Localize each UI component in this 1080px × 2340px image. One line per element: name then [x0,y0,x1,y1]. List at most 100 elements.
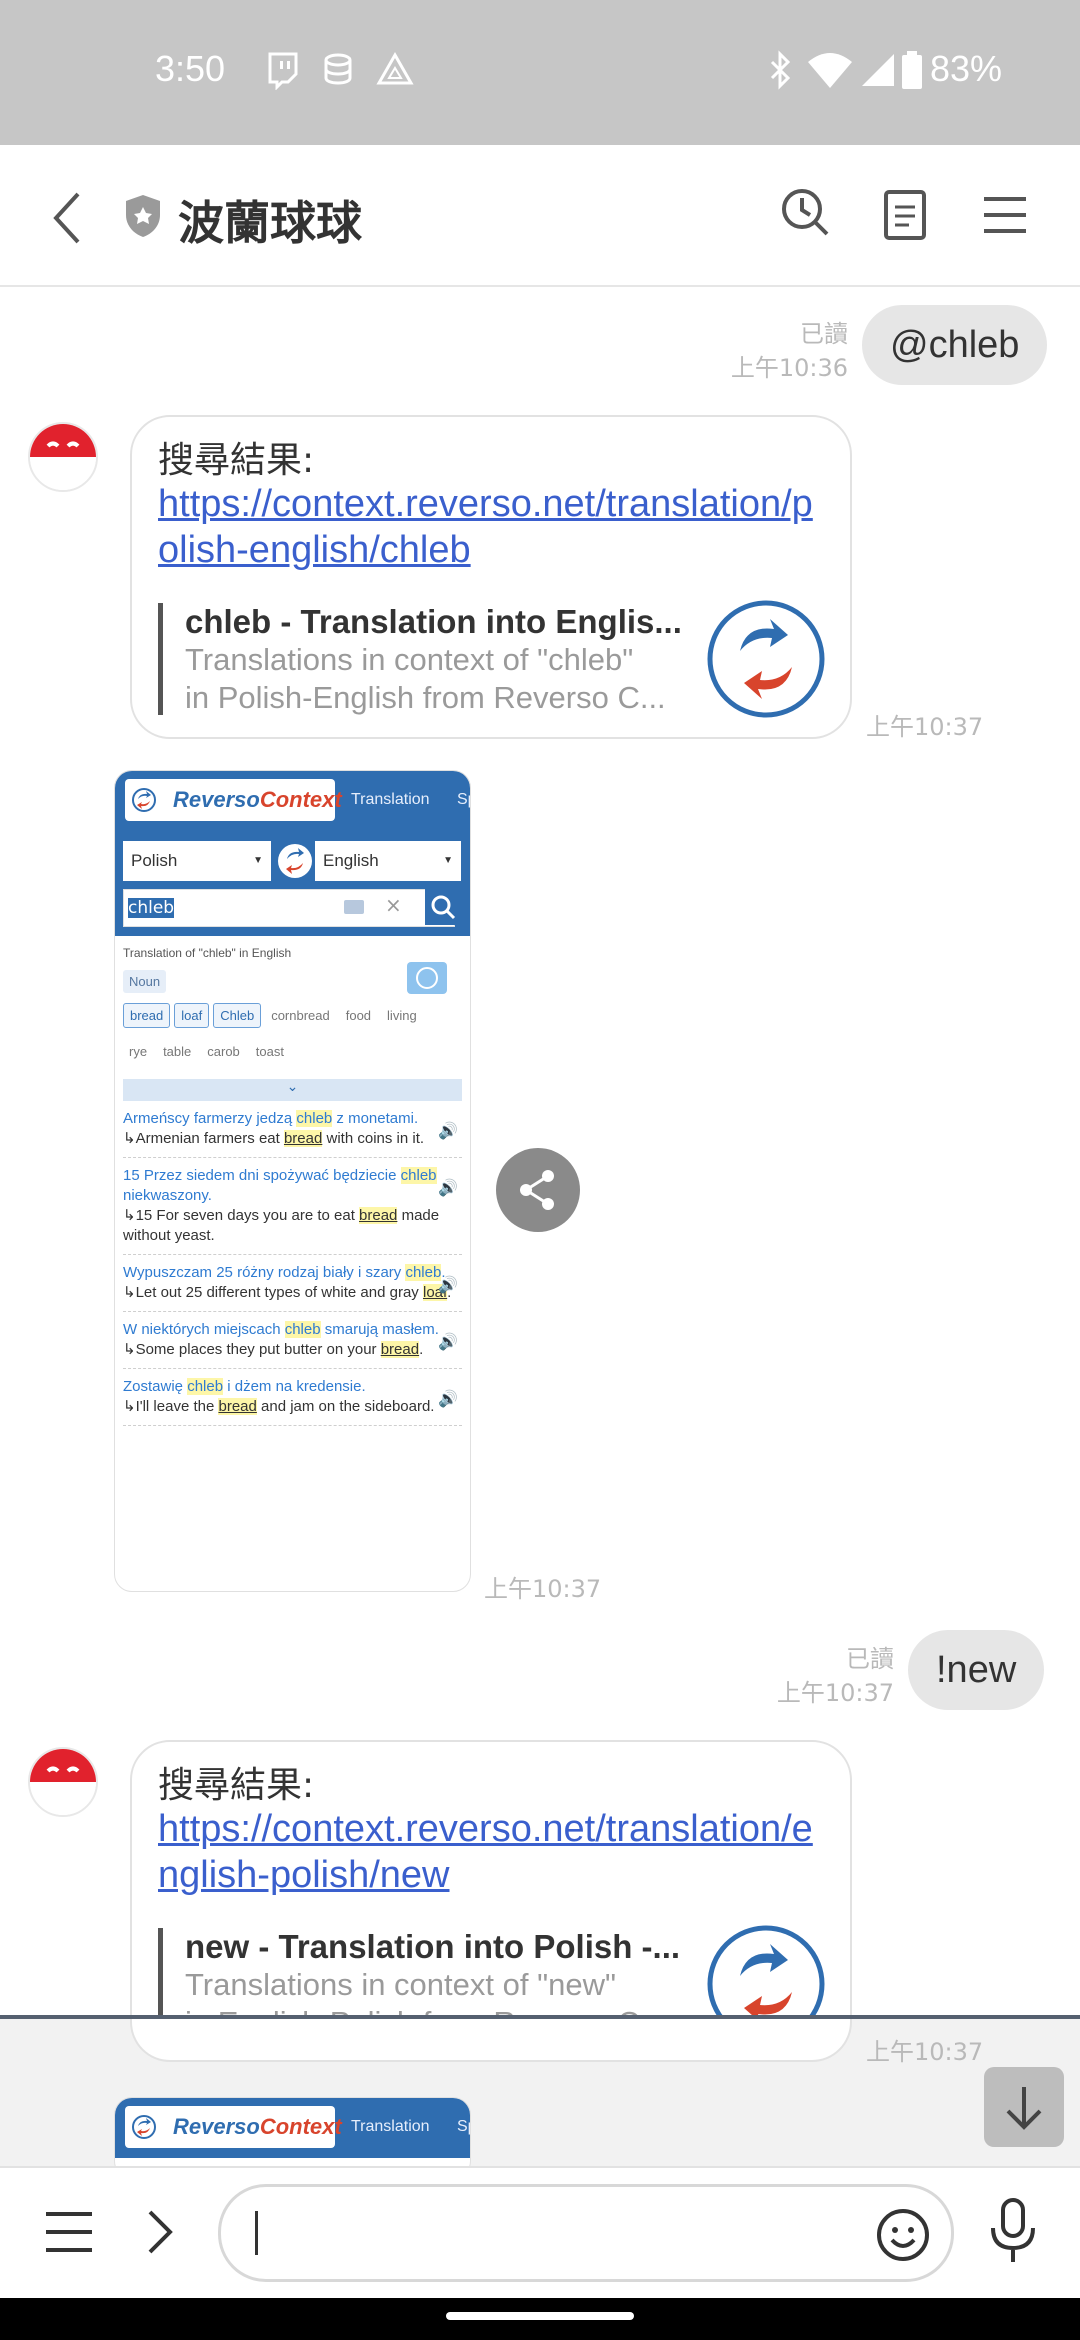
message-meta: 已讀 上午10:36 [680,317,848,385]
reverso-logo-box: ReversoContext [125,2106,342,2148]
translation-tab: Translation [351,2118,430,2135]
reverso-mini-logo-icon [132,2115,156,2139]
preview-title: new - Translation into Polish -... [185,1928,681,1965]
chip: cornbread [271,1008,330,1023]
message-time: 上午10:37 [866,2038,984,2066]
translation-tab: Translation [351,791,430,808]
share-icon[interactable] [496,1148,580,1232]
reverso-mini-logo-icon [132,788,156,812]
example-source: Zostawię chleb i dżem na kredensie. [123,1378,366,1395]
menu-icon[interactable] [44,2210,94,2254]
preview-description-2: in Polish-English from Reverso C... [185,680,666,715]
reverso-search-area: Polish ▼ English ▼ chleb × [115,831,470,936]
polandball-avatar-icon [30,1749,96,1815]
preview-description: Translations in context of "new" [185,1967,616,2002]
example-item: Zostawię chleb i dżem na kredensie. ↳I'll… [123,1369,462,1426]
outgoing-message[interactable]: @chleb [862,305,1048,385]
avatar[interactable] [28,1747,98,1817]
drive-icon [376,51,414,85]
message-meta: 已讀 上午10:37 [720,1642,894,1710]
reverso-brand: ReversoContext [173,787,342,812]
mic-icon[interactable] [984,2196,1042,2268]
home-indicator[interactable] [446,2312,634,2320]
chip: carob [207,1044,240,1059]
example-list: Armeńscy farmerzy jedzą chleb z monetami… [123,1101,462,1426]
reverso-topbar: ReversoContext Translation Sp [115,771,470,831]
chat-header: 波蘭球球 [0,145,1080,287]
message-input[interactable] [218,2184,954,2282]
chips-row: bread loaf Chleb cornbread food living [123,1003,462,1028]
search-result-label: 搜尋結果: [158,1765,315,1806]
search-icon [425,889,461,925]
message-time: 上午10:36 [730,354,848,382]
message-time: 上午10:37 [866,713,984,741]
example-item: 15 Przez siedem dni spożywać będziecie c… [123,1158,462,1255]
reverso-brand: ReversoContext [173,2114,342,2139]
expand-bar: ⌄ [123,1079,462,1101]
preview-description: Translations in context of "chleb" [185,642,634,677]
read-receipt: 已讀 [846,1645,894,1673]
example-item: Armeńscy farmerzy jedzą chleb z monetami… [123,1101,462,1158]
clear-icon: × [385,893,402,917]
chat-area: 已讀 上午10:36 @chleb 搜尋結果: https://context.… [0,287,1080,2167]
query-field: chleb [123,889,455,927]
menu-icon[interactable] [982,195,1028,235]
signal-icon [862,54,894,86]
example-source: Wypuszczam 25 różny rodzaj biały i szary… [123,1264,446,1281]
chat-title: 波蘭球球 [178,196,362,250]
emoji-icon[interactable] [875,2207,931,2263]
chip: loaf [174,1003,210,1028]
chip: living [387,1008,417,1023]
pos-chip: Noun [123,970,167,993]
reverso-logo-box: ReversoContext [125,779,342,821]
chip: food [345,1008,372,1023]
shield-icon [126,195,160,237]
twitch-icon [268,52,298,90]
search-result-label: 搜尋結果: [158,440,315,481]
bluetooth-icon [770,50,791,90]
example-target: ↳Let out 25 different types of white and… [123,1284,452,1301]
results-heading: Translation of "chleb" in English [123,946,292,960]
chips-row-2: rye table carob toast [123,1040,462,1063]
preview-title: chleb - Translation into Englis... [185,603,682,640]
example-target: ↳15 For seven days you are to eat bread … [123,1207,440,1244]
back-icon[interactable] [50,190,86,246]
example-target: ↳Some places they put butter on your bre… [123,1341,424,1358]
chip: Chleb [213,1003,262,1028]
result-link[interactable]: https://context.reverso.net/translation/… [158,1806,828,1898]
text-cursor [255,2211,258,2255]
example-source: Armeńscy farmerzy jedzą chleb z monetami… [123,1110,419,1127]
speaker-icon: 🔊 [438,1275,458,1294]
arrow-down-icon [1006,2087,1042,2130]
avatar[interactable] [28,422,98,492]
input-bar [0,2166,1080,2298]
to-language: English ▼ [315,841,461,881]
link-card-bottom [130,2019,852,2062]
status-time: 3:50 [155,48,226,89]
speaker-icon: 🔊 [438,1121,458,1140]
result-link[interactable]: https://context.reverso.net/translation/… [158,481,828,573]
read-receipt: 已讀 [800,320,848,348]
expand-icon[interactable] [146,2208,176,2256]
example-target: ↳I'll leave the bread and jam on the sid… [123,1398,435,1415]
link-card[interactable]: 搜尋結果: https://context.reverso.net/transl… [130,415,852,739]
swap-icon [278,844,312,878]
scroll-to-bottom-button[interactable] [984,2067,1064,2147]
reverso-topbar: ReversoContext Translation Sp [115,2098,470,2158]
screenshot-image[interactable]: ReversoContext Translation Sp [114,2097,471,2167]
battery-icon [902,51,922,89]
outgoing-message[interactable]: !new [908,1630,1045,1710]
speaker-icon: 🔊 [438,1178,458,1197]
speaker-icon: 🔊 [438,1332,458,1351]
message-time: 上午10:37 [484,1575,602,1603]
from-language: Polish ▼ [123,841,271,881]
link-preview[interactable]: chleb - Translation into Englis... Trans… [158,603,705,715]
example-target: ↳Armenian farmers eat bread with coins i… [123,1130,425,1147]
speaker-icon: 🔊 [438,1389,458,1408]
notes-icon[interactable] [882,189,928,241]
next-tab: Sp [457,791,470,808]
screenshot-image[interactable]: ReversoContext Translation Sp Polish▼ En… [114,770,471,1592]
example-item: W niektórych miejscach chleb smarują mas… [123,1312,462,1369]
polandball-avatar-icon [30,424,96,490]
history-icon[interactable] [780,187,832,239]
